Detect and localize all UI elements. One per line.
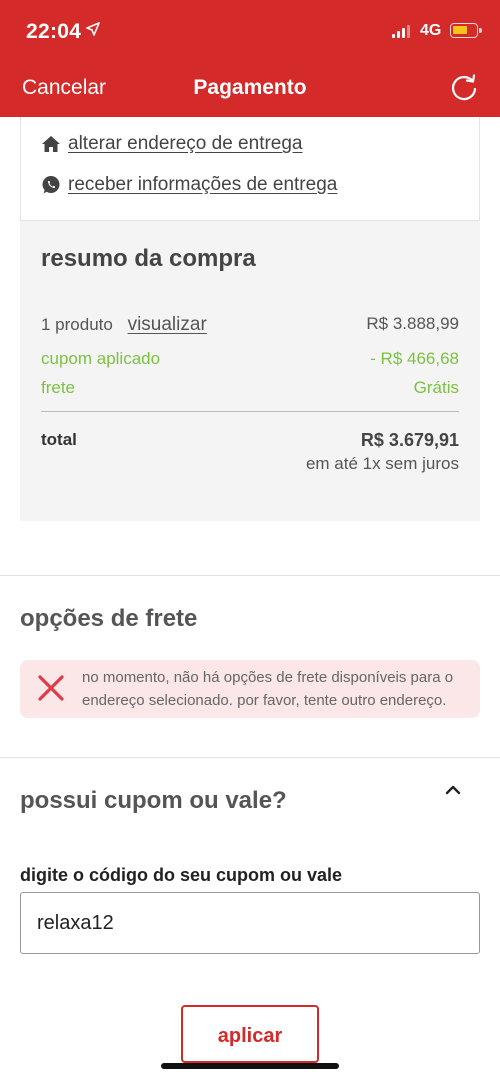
total-value: R$ 3.679,91 [360,430,459,450]
total-row: total R$ 3.679,91 [41,430,459,450]
apply-coupon-button[interactable]: aplicar [181,1005,319,1063]
summary-title: resumo da compra [41,245,256,272]
nav-bar: Cancelar Pagamento [0,60,500,117]
battery-icon [450,23,482,38]
summary-divider [41,411,459,412]
installments-text: em até 1x sem juros [305,454,459,473]
delivery-info-label: receber informações de entrega [68,174,338,195]
whatsapp-icon [41,175,61,195]
coupon-row: cupom aplicado - R$ 466,68 [41,349,459,369]
close-x-icon [38,675,64,701]
coupon-field-label: digite o código do seu cupom ou vale [20,865,343,885]
coupon-value: - R$ 466,68 [370,349,459,368]
home-icon [41,134,61,154]
signal-icon [392,24,412,38]
status-bar: 22:04 4G [0,0,500,60]
installments-row: em até 1x sem juros [41,454,459,474]
shipping-options-title: opções de frete [20,605,198,632]
products-row: 1 produto visualizar R$ 3.888,99 [41,314,459,336]
products-value: R$ 3.888,99 [366,314,459,333]
total-label: total [41,430,77,449]
location-arrow-icon [86,22,100,40]
coupon-input[interactable] [20,892,480,954]
delivery-info-link[interactable]: receber informações de entrega [41,174,337,196]
change-address-label: alterar endereço de entrega [68,133,303,154]
products-label: 1 produto [41,315,113,334]
page-title: Pagamento [193,76,307,99]
chevron-up-icon[interactable] [444,783,462,795]
order-summary: resumo da compra 1 produto visualizar R$… [20,221,480,521]
coupon-section-title[interactable]: possui cupom ou vale? [20,787,287,815]
shipping-label: frete [41,378,76,397]
refresh-icon[interactable] [448,71,480,103]
shipping-error-alert: no momento, não há opções de frete dispo… [20,660,480,718]
shipping-value: Grátis [413,378,459,397]
change-address-link[interactable]: alterar endereço de entrega [41,133,303,155]
delivery-address-card: alterar endereço de entrega receber info… [20,117,480,221]
home-indicator[interactable] [161,1063,339,1069]
shipping-row: frete Grátis [41,378,459,398]
status-time: 22:04 [26,20,82,43]
section-divider [0,757,500,758]
view-products-link[interactable]: visualizar [128,314,207,335]
shipping-error-text: no momento, não há opções de frete dispo… [82,669,454,709]
network-type: 4G [420,22,442,39]
section-divider [0,575,500,576]
coupon-label: cupom aplicado [41,349,161,368]
